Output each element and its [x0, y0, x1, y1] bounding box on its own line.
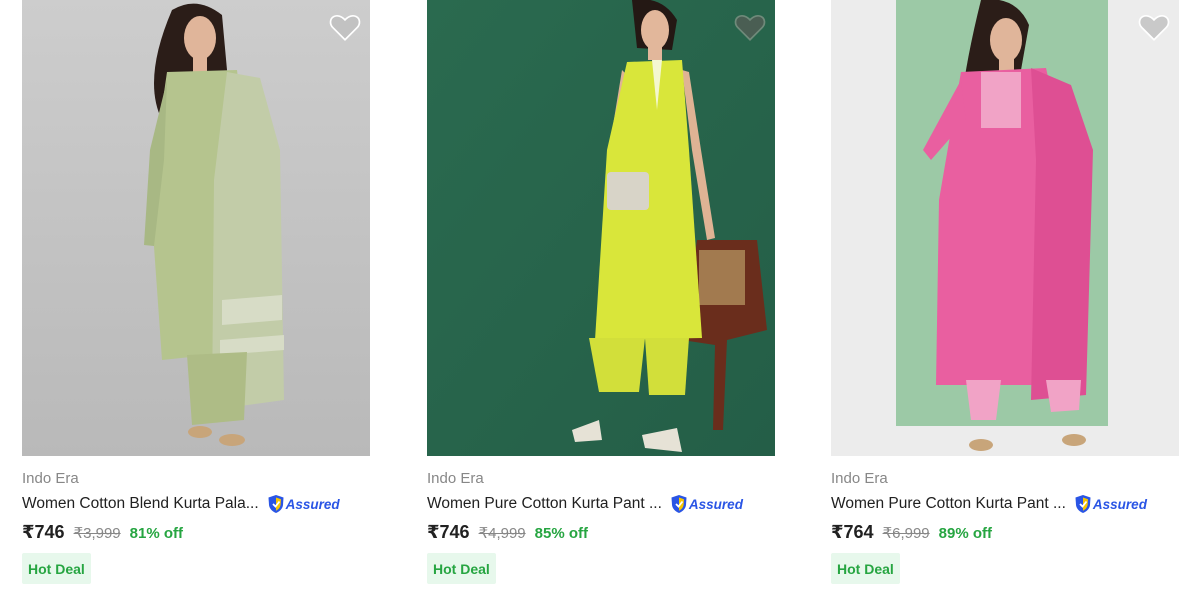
selling-price: ₹764 [831, 522, 874, 542]
assured-shield-icon [671, 495, 687, 513]
selling-price: ₹746 [427, 522, 470, 542]
product-photo-kurta-pink [831, 0, 1179, 456]
product-title-row: Women Cotton Blend Kurta Pala... Assured [22, 492, 370, 516]
discount-percent: 89% off [938, 525, 992, 542]
assured-badge: Assured [670, 494, 743, 514]
wishlist-heart-icon[interactable] [733, 10, 767, 44]
original-price: ₹3,999 [73, 525, 121, 542]
selling-price: ₹746 [22, 522, 65, 542]
price-row: ₹746 ₹4,999 85% off [427, 522, 588, 543]
product-grid: Indo Era Women Cotton Blend Kurta Pala..… [0, 0, 1200, 590]
assured-label: Assured [688, 496, 743, 512]
assured-label: Assured [1092, 496, 1147, 512]
product-image[interactable] [22, 0, 370, 456]
original-price: ₹4,999 [478, 525, 526, 542]
product-title[interactable]: Women Pure Cotton Kurta Pant ... [831, 495, 1066, 513]
discount-percent: 81% off [129, 525, 183, 542]
product-title-row: Women Pure Cotton Kurta Pant ... Assured [831, 492, 1179, 516]
assured-label: Assured [285, 496, 340, 512]
hot-deal-badge: Hot Deal [427, 553, 496, 584]
assured-badge: Assured [1074, 494, 1147, 514]
product-brand: Indo Era [831, 470, 888, 487]
wishlist-heart-icon[interactable] [328, 10, 362, 44]
wishlist-heart-icon[interactable] [1137, 10, 1171, 44]
product-title[interactable]: Women Cotton Blend Kurta Pala... [22, 495, 259, 513]
product-photo-kurta-green [22, 0, 370, 456]
product-card[interactable]: Indo Era Women Pure Cotton Kurta Pant ..… [427, 0, 775, 590]
hot-deal-badge: Hot Deal [22, 553, 91, 584]
price-row: ₹764 ₹6,999 89% off [831, 522, 992, 543]
product-image[interactable] [427, 0, 775, 456]
discount-percent: 85% off [534, 525, 588, 542]
product-card[interactable]: Indo Era Women Cotton Blend Kurta Pala..… [22, 0, 370, 590]
product-title-row: Women Pure Cotton Kurta Pant ... Assured [427, 492, 775, 516]
assured-badge: Assured [267, 494, 340, 514]
price-row: ₹746 ₹3,999 81% off [22, 522, 183, 543]
product-photo-kurta-yellow [427, 0, 775, 456]
hot-deal-badge: Hot Deal [831, 553, 900, 584]
product-brand: Indo Era [427, 470, 484, 487]
assured-shield-icon [268, 495, 284, 513]
product-brand: Indo Era [22, 470, 79, 487]
assured-shield-icon [1075, 495, 1091, 513]
product-card[interactable]: Indo Era Women Pure Cotton Kurta Pant ..… [831, 0, 1179, 590]
product-title[interactable]: Women Pure Cotton Kurta Pant ... [427, 495, 662, 513]
product-image[interactable] [831, 0, 1179, 456]
original-price: ₹6,999 [882, 525, 930, 542]
